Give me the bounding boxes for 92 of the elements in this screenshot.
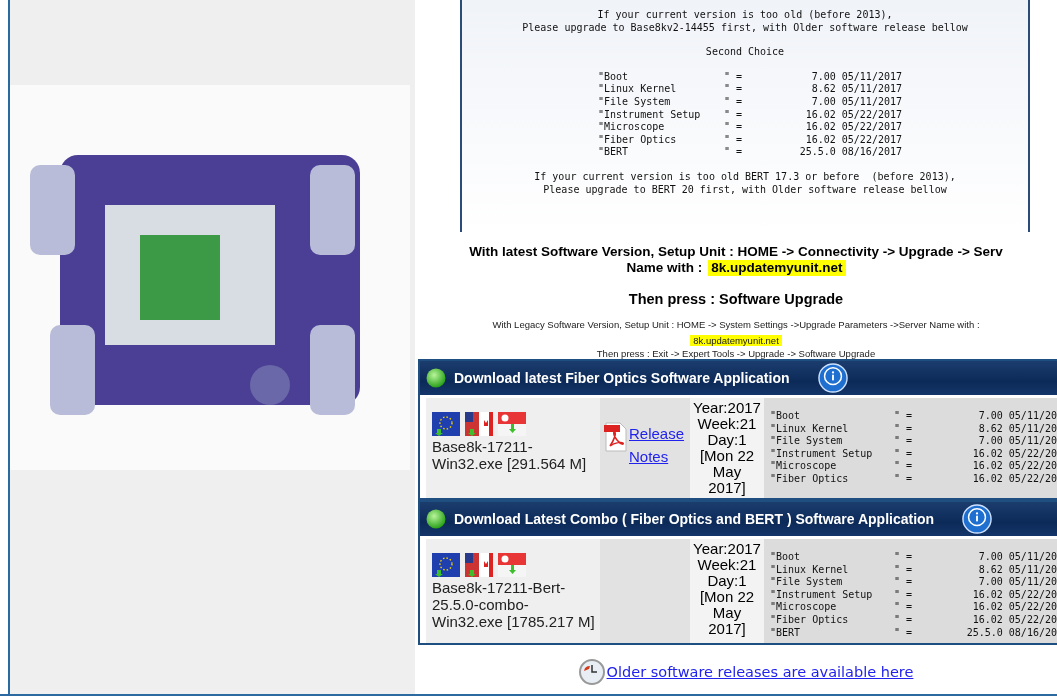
version-equals: " = [894, 563, 914, 577]
version-value: 16.02 05/22/20 [971, 601, 1057, 614]
version-name: "File System [598, 95, 672, 109]
version-name: "BERT [770, 626, 802, 640]
version-name: "Boot [770, 551, 802, 564]
release-date: Year:2017 Week:21 Day:1 [Mon 22 May 2017] [690, 398, 764, 498]
version-equals: " = [894, 410, 914, 423]
version-value: 16.02 05/22/20 [971, 588, 1057, 602]
version-value: 16.02 05/22/20 [972, 472, 1057, 486]
download-title: Download Latest Combo ( Fiber Optics and BERT ) Software Application [454, 511, 935, 527]
version-equals: " = [894, 613, 914, 627]
version-name: "Boot [770, 410, 802, 423]
version-value: 16.02 05/22/2017 [804, 121, 902, 134]
version-name: "File System [770, 435, 844, 448]
instruction-text: Then press : Software Upgrade [628, 291, 844, 307]
status-ball-icon [426, 509, 446, 529]
singapore-flag-icon[interactable] [498, 412, 526, 436]
version-name: "BERT [598, 146, 630, 159]
version-value: 16.02 05/22/20 [972, 447, 1057, 461]
version-equals: " = [894, 422, 914, 436]
notice-subheading: Second Choice [705, 46, 785, 59]
version-name: "File System [770, 576, 844, 589]
notice-text: If your current version is too old (before 2013), [597, 9, 893, 22]
file-name-link[interactable]: Base8k-17211-Bert-25.5.0-combo-Win32.exe [1785.217 M] [432, 579, 596, 630]
status-ball-icon [426, 368, 446, 388]
version-value: 7.00 05/11/20 [977, 410, 1057, 423]
version-name: "Boot [598, 70, 630, 84]
version-value: 8.62 05/11/20 [977, 563, 1057, 577]
release-date: Year:2017 Week:21 Day:1 [Mon 22 May 2017] [690, 539, 764, 644]
version-value: 16.02 05/22/20 [972, 460, 1057, 473]
notice-text: If your current version is too old BERT 17.3 or before (before 2013), [534, 170, 956, 184]
version-name: "Fiber Optics [770, 613, 850, 627]
version-equals: " = [724, 133, 744, 147]
server-name: 8k.updatemyunit.net [690, 335, 782, 346]
release-notes-link[interactable]: Release Notes [629, 422, 685, 468]
version-value: 16.02 05/22/2017 [804, 108, 902, 122]
version-equals: " = [724, 95, 744, 109]
version-equals: " = [724, 146, 744, 159]
download-title: Download latest Fiber Optics Software Application [454, 370, 790, 386]
version-equals: " = [894, 460, 914, 473]
version-value: 16.02 05/22/20 [971, 613, 1057, 627]
eu-flag-icon[interactable] [432, 412, 460, 436]
info-icon[interactable] [817, 363, 848, 393]
instruction-text: Name with : [626, 260, 703, 276]
version-name: "Instrument Setup [770, 588, 874, 602]
eu-flag-icon[interactable] [432, 553, 460, 577]
version-name: "Linux Kernel [770, 563, 850, 577]
clock-icon [578, 659, 605, 686]
version-value: 16.02 05/22/2017 [804, 133, 902, 147]
version-equals: " = [724, 121, 744, 134]
version-equals: " = [894, 588, 914, 602]
version-value: 7.00 05/11/2017 [810, 70, 902, 84]
notice-text: Please upgrade to BERT 20 first, with Older software release bellow [543, 183, 947, 197]
instruction-text: With latest Software Version, Setup Unit : HOME -> Connectivity -> Upgrade -> Serv [469, 244, 1003, 260]
pdf-icon [604, 422, 628, 452]
version-name: "Instrument Setup [770, 447, 874, 461]
version-equals: " = [894, 551, 914, 564]
singapore-flag-icon[interactable] [498, 553, 526, 577]
legacy-instruction-text: Then press : Exit -> Expert Tools -> Upgrade -> Software Upgrade [596, 348, 876, 359]
version-value: 25.5.0 08/16/20 [966, 626, 1057, 640]
file-name-link[interactable]: Base8k-17211-Win32.exe [291.564 M] [432, 438, 596, 472]
server-name: 8k.updatemyunit.net [708, 260, 846, 276]
version-name: "Instrument Setup [598, 108, 702, 122]
older-releases-link[interactable]: Older software releases are available here [606, 664, 914, 681]
notice-text: Please upgrade to Base8kv2-14455 first, with Older software release bellow [522, 21, 968, 35]
legacy-instruction-text: With Legacy Software Version, Setup Unit : HOME -> System Settings ->Upgrade Parameters ->Server Name with : [492, 319, 980, 330]
version-name: "Microscope [770, 460, 838, 473]
version-name: "Microscope [770, 601, 838, 614]
version-equals: " = [724, 70, 744, 84]
version-value: 25.5.0 08/16/2017 [798, 146, 902, 159]
version-name: "Linux Kernel [770, 422, 850, 436]
version-equals: " = [894, 576, 914, 589]
version-name: "Fiber Optics [598, 133, 678, 147]
version-equals: " = [724, 108, 744, 122]
version-equals: " = [894, 626, 914, 640]
version-equals: " = [894, 435, 914, 448]
version-value: 7.00 05/11/20 [977, 435, 1057, 448]
version-equals: " = [724, 83, 744, 96]
us-canada-flag-icon[interactable] [465, 553, 493, 577]
version-value: 8.62 05/11/20 [977, 422, 1057, 436]
version-name: "Linux Kernel [598, 83, 678, 96]
version-name: "Fiber Optics [770, 472, 850, 486]
version-value: 7.00 05/11/20 [977, 576, 1057, 589]
version-equals: " = [894, 447, 914, 461]
info-icon[interactable] [962, 504, 993, 534]
us-canada-flag-icon[interactable] [465, 412, 493, 436]
version-value: 8.62 05/11/2017 [810, 83, 902, 96]
version-equals: " = [894, 601, 914, 614]
version-name: "Microscope [598, 121, 666, 134]
version-value: 7.00 05/11/2017 [810, 95, 902, 109]
version-equals: " = [894, 472, 914, 486]
version-value: 7.00 05/11/20 [977, 551, 1057, 564]
